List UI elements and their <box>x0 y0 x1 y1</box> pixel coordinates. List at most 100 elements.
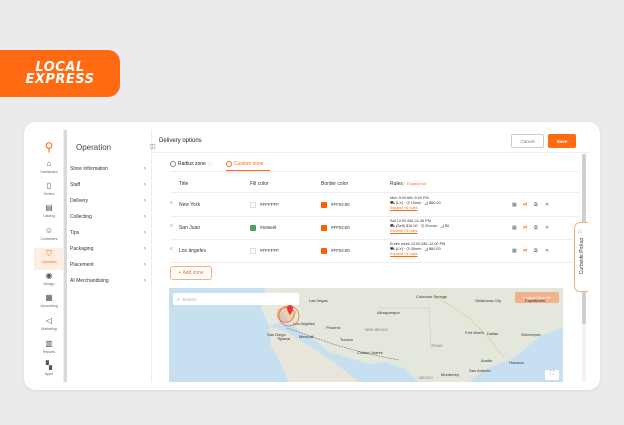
border-color-value: #FF5C00 <box>331 225 350 230</box>
app-logo-icon: ⚲ <box>44 140 54 154</box>
rail-item-marketing[interactable]: ◁ Marketing <box>34 315 64 337</box>
submenu-item-placement[interactable]: Placement › <box>70 258 150 272</box>
map-label: NEW MEXICO <box>365 328 388 332</box>
fill-color-value: #FFFFFF <box>260 248 279 253</box>
map-label: Dallas <box>487 331 499 336</box>
copy-icon[interactable]: ⧉ <box>534 202 538 208</box>
tab-radius-zone[interactable]: Radius zone ⓘ <box>170 158 212 170</box>
drag-handle-icon[interactable]: ≡ <box>170 247 173 252</box>
submenu-item-label: Placement <box>70 262 94 268</box>
megaphone-icon: ◁ <box>45 316 53 325</box>
rail-item-dashboard[interactable]: ⌂ Dashboard <box>34 158 64 180</box>
expand-rules-link[interactable]: Expand +5 rules <box>390 206 418 211</box>
rail-item-label: Apps <box>45 372 53 376</box>
map-search-input[interactable]: ⌕ Search <box>173 293 299 305</box>
map-label: Albuquerque <box>377 310 400 315</box>
chevron-right-icon: › <box>144 262 146 268</box>
submenu-item-tips[interactable]: Tips › <box>70 226 150 240</box>
map-label: Tijuana <box>277 336 290 341</box>
fill-color-swatch[interactable] <box>250 202 256 208</box>
rail-item-label: Customers <box>40 237 58 241</box>
brand-line-2: EXPRESS <box>25 71 95 87</box>
calendar-icon[interactable]: ▦ <box>512 225 517 231</box>
rail-item-operation[interactable]: ⛉ Operation <box>34 248 64 270</box>
rail-item-reports[interactable]: ▥ Reports <box>34 338 64 360</box>
border-color-value: #FF5C00 <box>331 248 350 253</box>
submenu-scrollbar[interactable] <box>64 130 67 382</box>
table-row: ≡ Los ángeles #FFFFFF #FF5C00 Entire week 12… <box>170 240 580 262</box>
map-label: Houston <box>509 360 524 365</box>
border-color-value: #FF5C00 <box>331 202 350 207</box>
expand-rules-link[interactable]: Expand +3 rules <box>390 229 418 234</box>
rail-item-accounting[interactable]: ▦ Accounting <box>34 292 64 314</box>
submenu-title: Operation <box>76 143 112 152</box>
rail-item-apps[interactable]: ▚ Apps <box>34 360 64 382</box>
border-color-swatch[interactable] <box>321 202 327 208</box>
copy-icon[interactable]: ⧉ <box>534 225 538 231</box>
map-fullscreen-icon[interactable]: ⛶ <box>545 370 559 380</box>
operation-icon: ⛉ <box>46 249 52 258</box>
submenu-item-collecting[interactable]: Collecting › <box>70 210 150 224</box>
rail-item-label: Reports <box>42 350 56 354</box>
submenu-item-label: Store information <box>70 166 109 172</box>
expand-all-link[interactable]: ⓘ Expand all <box>402 181 426 187</box>
tabs-divider <box>170 171 580 172</box>
chevron-right-icon: › <box>144 198 146 204</box>
brand-logo: LOCAL EXPRESS <box>0 50 120 97</box>
submenu-item-delivery[interactable]: Delivery › <box>70 194 150 208</box>
rail-item-orders[interactable]: ▯ Orders <box>34 180 64 202</box>
col-title: Title <box>179 181 189 187</box>
cancel-button[interactable]: Cancel <box>511 134 544 148</box>
rail-item-label: Design <box>43 282 55 286</box>
drag-handle-icon[interactable]: ≡ <box>170 224 173 229</box>
border-color-swatch[interactable] <box>321 225 327 231</box>
submenu-item-store-information[interactable]: Store information › <box>70 162 150 176</box>
submenu-item-label: Tips <box>70 230 80 236</box>
delete-icon[interactable]: ✕ <box>545 225 549 231</box>
rail-item-customers[interactable]: ☺ Customers <box>34 225 64 247</box>
submenu-item-ai-merchandising[interactable]: AI Merchandising › <box>70 274 150 288</box>
expand-all-label: Expand all <box>407 181 426 186</box>
map-label: Austin <box>481 358 493 363</box>
header-divider <box>152 152 590 153</box>
curbside-pickup-label: Curbside Pickup <box>579 237 585 275</box>
chevron-right-icon: › <box>144 246 146 252</box>
add-zone-button[interactable]: + Add zone <box>170 266 212 280</box>
rail-item-catalog[interactable]: ▤ Catalog <box>34 202 64 224</box>
submenu-item-label: AI Merchandising <box>70 278 109 284</box>
design-icon: ◉ <box>45 271 53 280</box>
border-color-swatch[interactable] <box>321 248 327 254</box>
tab-custom-zone[interactable]: Custom zone <box>226 158 263 170</box>
copy-icon[interactable]: ⧉ <box>534 248 538 254</box>
app-window: ⚲ ⌂ Dashboard ▯ Orders ▤ Catalog ☺ Customers ⛉ Op… <box>34 130 590 382</box>
zone-map[interactable]: ⌕ Search ⌖ Import from file Las Vegas Los… <box>169 288 563 382</box>
expand-rules-link[interactable]: Expand +5 rules <box>390 252 418 257</box>
map-search-placeholder: Search <box>182 296 197 302</box>
col-border-color: Border color <box>321 181 349 187</box>
chevron-right-icon: › <box>144 278 146 284</box>
rail-item-label: Marketing <box>41 327 57 331</box>
rail-item-label: Accounting <box>40 304 58 308</box>
calendar-icon[interactable]: ▦ <box>512 248 517 254</box>
shuffle-icon[interactable]: ⇄ <box>523 202 527 208</box>
map-label: Las Vegas <box>309 298 328 303</box>
fill-color-swatch[interactable] <box>250 248 256 254</box>
submenu-item-label: Delivery <box>70 198 89 204</box>
submenu-item-staff[interactable]: Staff › <box>70 178 150 192</box>
rail-item-design[interactable]: ◉ Design <box>34 270 64 292</box>
calendar-icon[interactable]: ▦ <box>512 202 517 208</box>
accounting-icon: ▦ <box>45 293 53 302</box>
curbside-pickup-tab[interactable]: ⌂ Curbside Pickup <box>574 222 588 292</box>
rail-item-label: Orders <box>43 192 55 196</box>
chevron-right-icon: › <box>144 182 146 188</box>
delete-icon[interactable]: ✕ <box>545 248 549 254</box>
main-panel: Delivery options Cancel Save Radius zone… <box>152 130 590 382</box>
delete-icon[interactable]: ✕ <box>545 202 549 208</box>
drag-handle-icon[interactable]: ≡ <box>170 201 173 206</box>
fill-color-swatch[interactable] <box>250 225 256 231</box>
save-button[interactable]: Save <box>548 134 576 148</box>
submenu-item-packaging[interactable]: Packaging › <box>70 242 150 256</box>
shuffle-icon[interactable]: ⇄ <box>523 225 527 231</box>
shuffle-icon[interactable]: ⇄ <box>523 248 527 254</box>
catalog-icon: ▤ <box>45 203 53 212</box>
